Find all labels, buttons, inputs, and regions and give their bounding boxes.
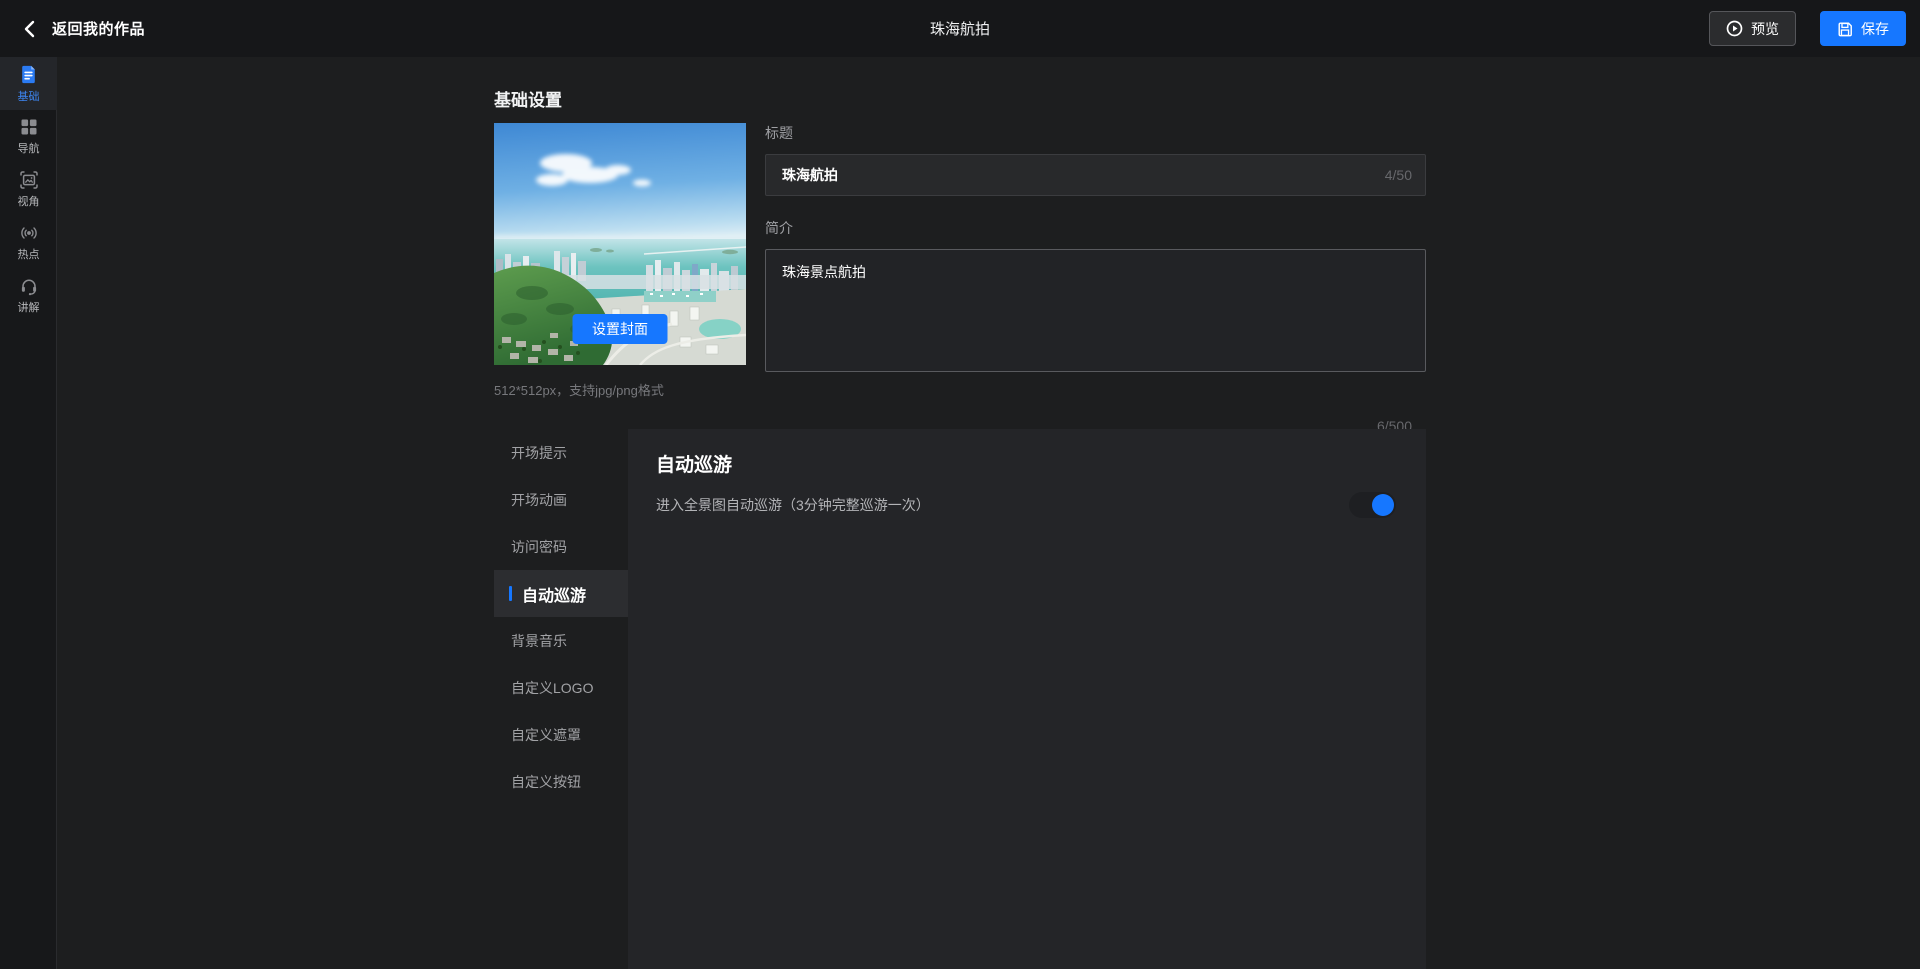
headset-icon	[21, 279, 36, 296]
settings-tabs: 开场提示 开场动画 访问密码 自动巡游 背景音乐 自定义LOGO 自定义遮罩 自…	[494, 429, 628, 805]
sidebar-item-viewpoint[interactable]: 视角	[0, 163, 57, 216]
cover-image[interactable]: 设置封面	[494, 123, 746, 365]
sidebar-item-label: 基础	[17, 90, 40, 103]
sidebar-item-label: 讲解	[17, 302, 40, 314]
save-label: 保存	[1861, 20, 1889, 37]
preview-label: 预览	[1751, 20, 1779, 37]
cover-hint: 512*512px，支持jpg/png格式	[494, 383, 664, 398]
tab-opening-tip[interactable]: 开场提示	[494, 429, 628, 476]
play-circle-icon	[1726, 20, 1743, 37]
title-input[interactable]	[765, 154, 1426, 196]
description-label: 简介	[765, 220, 793, 236]
tab-background-music[interactable]: 背景音乐	[494, 617, 628, 664]
set-cover-button[interactable]: 设置封面	[572, 314, 668, 344]
section-title: 基础设置	[494, 91, 562, 110]
auto-tour-panel: 自动巡游 进入全景图自动巡游（3分钟完整巡游一次）	[628, 429, 1426, 969]
sidebar-item-basic[interactable]: 基础	[0, 57, 57, 110]
sidebar-item-label: 视角	[17, 196, 40, 208]
topbar-actions: 预览 保存	[1709, 11, 1906, 46]
sidebar-item-hotspot[interactable]: 热点	[0, 216, 57, 269]
auto-tour-description: 进入全景图自动巡游（3分钟完整巡游一次）	[656, 497, 930, 513]
auto-tour-row: 进入全景图自动巡游（3分钟完整巡游一次）	[656, 492, 1396, 518]
sidebar-item-narration[interactable]: 讲解	[0, 269, 57, 322]
tab-custom-mask[interactable]: 自定义遮罩	[494, 711, 628, 758]
save-button[interactable]: 保存	[1820, 11, 1906, 46]
tab-auto-tour[interactable]: 自动巡游	[494, 570, 628, 617]
main-content: 基础设置 设置封面 512*512px，支持jpg/png格式 标题 珠海航拍 …	[58, 57, 1920, 969]
page-title: 珠海航拍	[929, 21, 990, 38]
chevron-left-icon	[24, 20, 35, 37]
auto-tour-toggle[interactable]	[1349, 492, 1396, 518]
tab-access-password[interactable]: 访问密码	[494, 523, 628, 570]
back-label: 返回我的作品	[52, 21, 146, 38]
active-tab-indicator	[509, 586, 512, 601]
sidebar-item-label: 热点	[17, 249, 40, 261]
document-icon	[22, 65, 35, 83]
description-textarea[interactable]: 珠海景点航拍	[765, 249, 1426, 372]
grid-icon	[21, 119, 36, 135]
topbar: 返回我的作品 珠海航拍 预览 保存	[0, 0, 1920, 57]
tab-opening-animation[interactable]: 开场动画	[494, 476, 628, 523]
panel-title: 自动巡游	[656, 455, 733, 476]
tab-custom-logo[interactable]: 自定义LOGO	[494, 664, 628, 711]
title-counter: 4/50	[1384, 167, 1412, 183]
tab-custom-button[interactable]: 自定义按钮	[494, 758, 628, 805]
back-button[interactable]: 返回我的作品	[22, 18, 145, 39]
sidebar-item-navigation[interactable]: 导航	[0, 110, 57, 163]
title-label: 标题	[765, 125, 793, 141]
toggle-knob	[1372, 494, 1394, 516]
sidebar-item-label: 导航	[17, 143, 40, 155]
viewpoint-icon	[19, 171, 38, 189]
sidebar: 基础 导航 视角 热点 讲解	[0, 57, 57, 969]
hotspot-icon	[20, 227, 37, 239]
save-icon	[1838, 22, 1852, 36]
preview-button[interactable]: 预览	[1709, 11, 1796, 46]
basic-fields: 标题 4/50 简介 珠海景点航拍 6/500	[765, 123, 1426, 434]
